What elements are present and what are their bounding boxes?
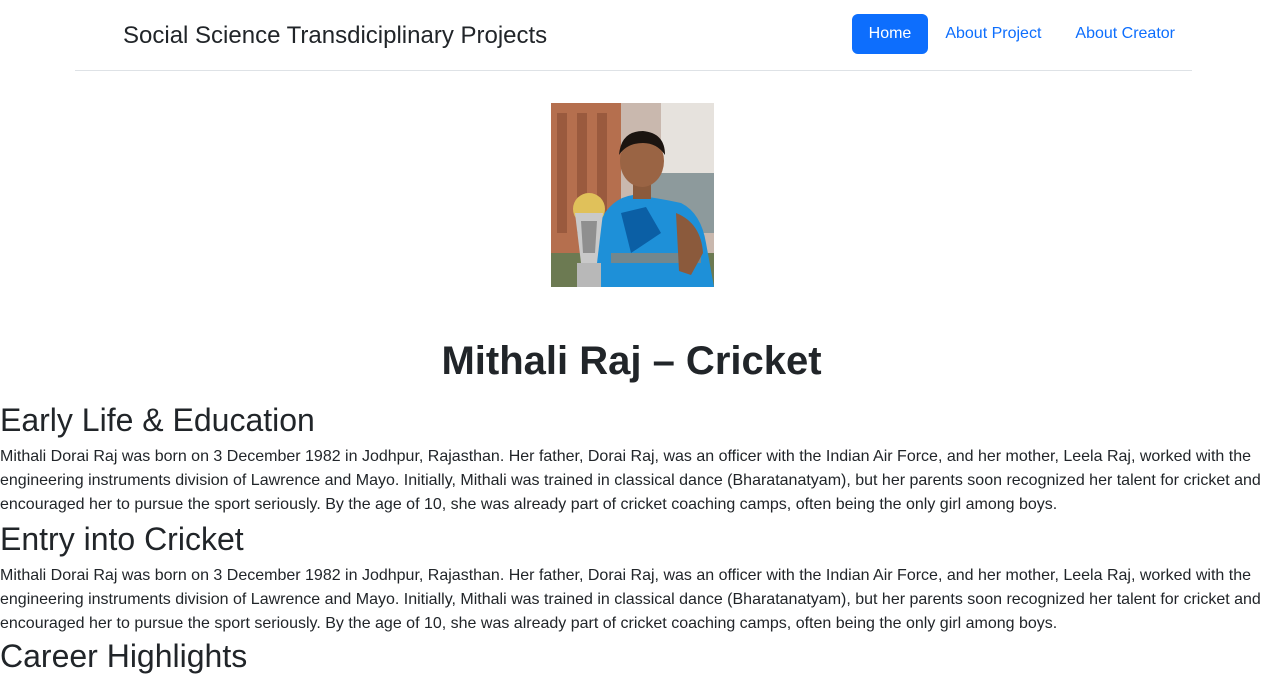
section-body-early-life: Mithali Dorai Raj was born on 3 December… bbox=[0, 448, 1261, 513]
page-title: Mithali Raj – Cricket bbox=[441, 339, 822, 383]
section-body-entry-into-cricket: Mithali Dorai Raj was born on 3 December… bbox=[0, 567, 1261, 632]
profile-photo bbox=[551, 103, 714, 287]
section-heading-early-life: Early Life & Education bbox=[0, 402, 315, 438]
nav-menu: Home About Project About Creator bbox=[851, 14, 1192, 54]
brand-link[interactable]: Social Science Transdiciplinary Projects bbox=[123, 20, 547, 52]
section-heading-entry-into-cricket: Entry into Cricket bbox=[0, 521, 244, 557]
top-navbar: Social Science Transdiciplinary Projects… bbox=[75, 0, 1192, 71]
nav-about-creator-link[interactable]: About Creator bbox=[1058, 14, 1192, 54]
nav-home-link[interactable]: Home bbox=[851, 14, 929, 54]
nav-about-project-link[interactable]: About Project bbox=[928, 14, 1058, 54]
section-heading-career-highlights: Career Highlights bbox=[0, 638, 248, 674]
